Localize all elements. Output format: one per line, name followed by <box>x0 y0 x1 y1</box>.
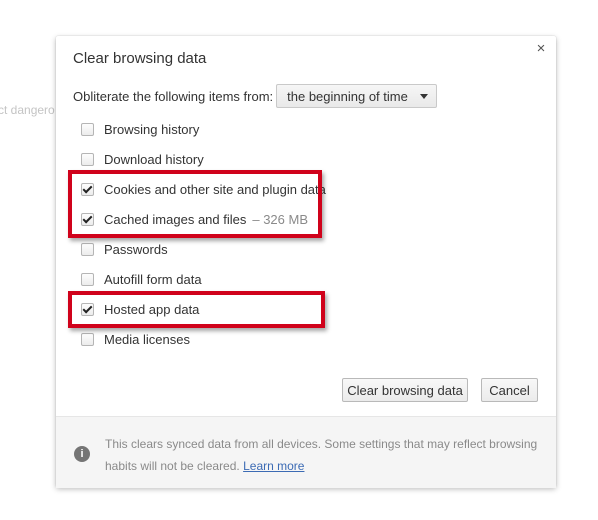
time-range-value: the beginning of time <box>287 88 408 104</box>
checkbox[interactable] <box>81 272 94 286</box>
option-label: Download history <box>104 151 204 167</box>
checkbox[interactable] <box>81 332 94 346</box>
learn-more-link[interactable]: Learn more <box>243 459 304 473</box>
clear-browsing-data-dialog: Clear browsing data × Obliterate the fol… <box>56 36 556 488</box>
option-label: Passwords <box>104 241 168 257</box>
dropdown-arrow-icon <box>419 93 428 99</box>
option-browsing-history[interactable]: Browsing history <box>81 121 199 137</box>
time-range-select[interactable]: the beginning of time <box>276 84 437 108</box>
cancel-button[interactable]: Cancel <box>481 378 538 402</box>
highlight-box-hosted-app-data <box>68 291 325 328</box>
option-label: Autofill form data <box>104 271 202 287</box>
dialog-title: Clear browsing data <box>73 50 207 67</box>
background-page-text: ct dangero <box>0 103 55 117</box>
checkbox[interactable] <box>81 152 94 166</box>
option-passwords[interactable]: Passwords <box>81 241 168 257</box>
option-media-licenses[interactable]: Media licenses <box>81 331 190 347</box>
option-download-history[interactable]: Download history <box>81 151 204 167</box>
option-label: Browsing history <box>104 121 200 137</box>
time-range-row: Obliterate the following items from: the… <box>73 84 437 108</box>
option-label: Media licenses <box>104 331 190 347</box>
option-autofill[interactable]: Autofill form data <box>81 271 202 287</box>
clear-browsing-data-button[interactable]: Clear browsing data <box>342 378 468 402</box>
footer-text: This clears synced data from all devices… <box>105 437 538 473</box>
checkbox[interactable] <box>81 242 94 256</box>
footer-note: This clears synced data from all devices… <box>105 433 545 477</box>
dialog-footer: i This clears synced data from all devic… <box>56 416 556 488</box>
checkbox[interactable] <box>81 122 94 136</box>
close-icon[interactable]: × <box>534 41 548 56</box>
time-range-label: Obliterate the following items from: <box>73 88 274 104</box>
highlight-box-cookies-cache <box>68 170 322 238</box>
info-icon: i <box>74 446 90 462</box>
